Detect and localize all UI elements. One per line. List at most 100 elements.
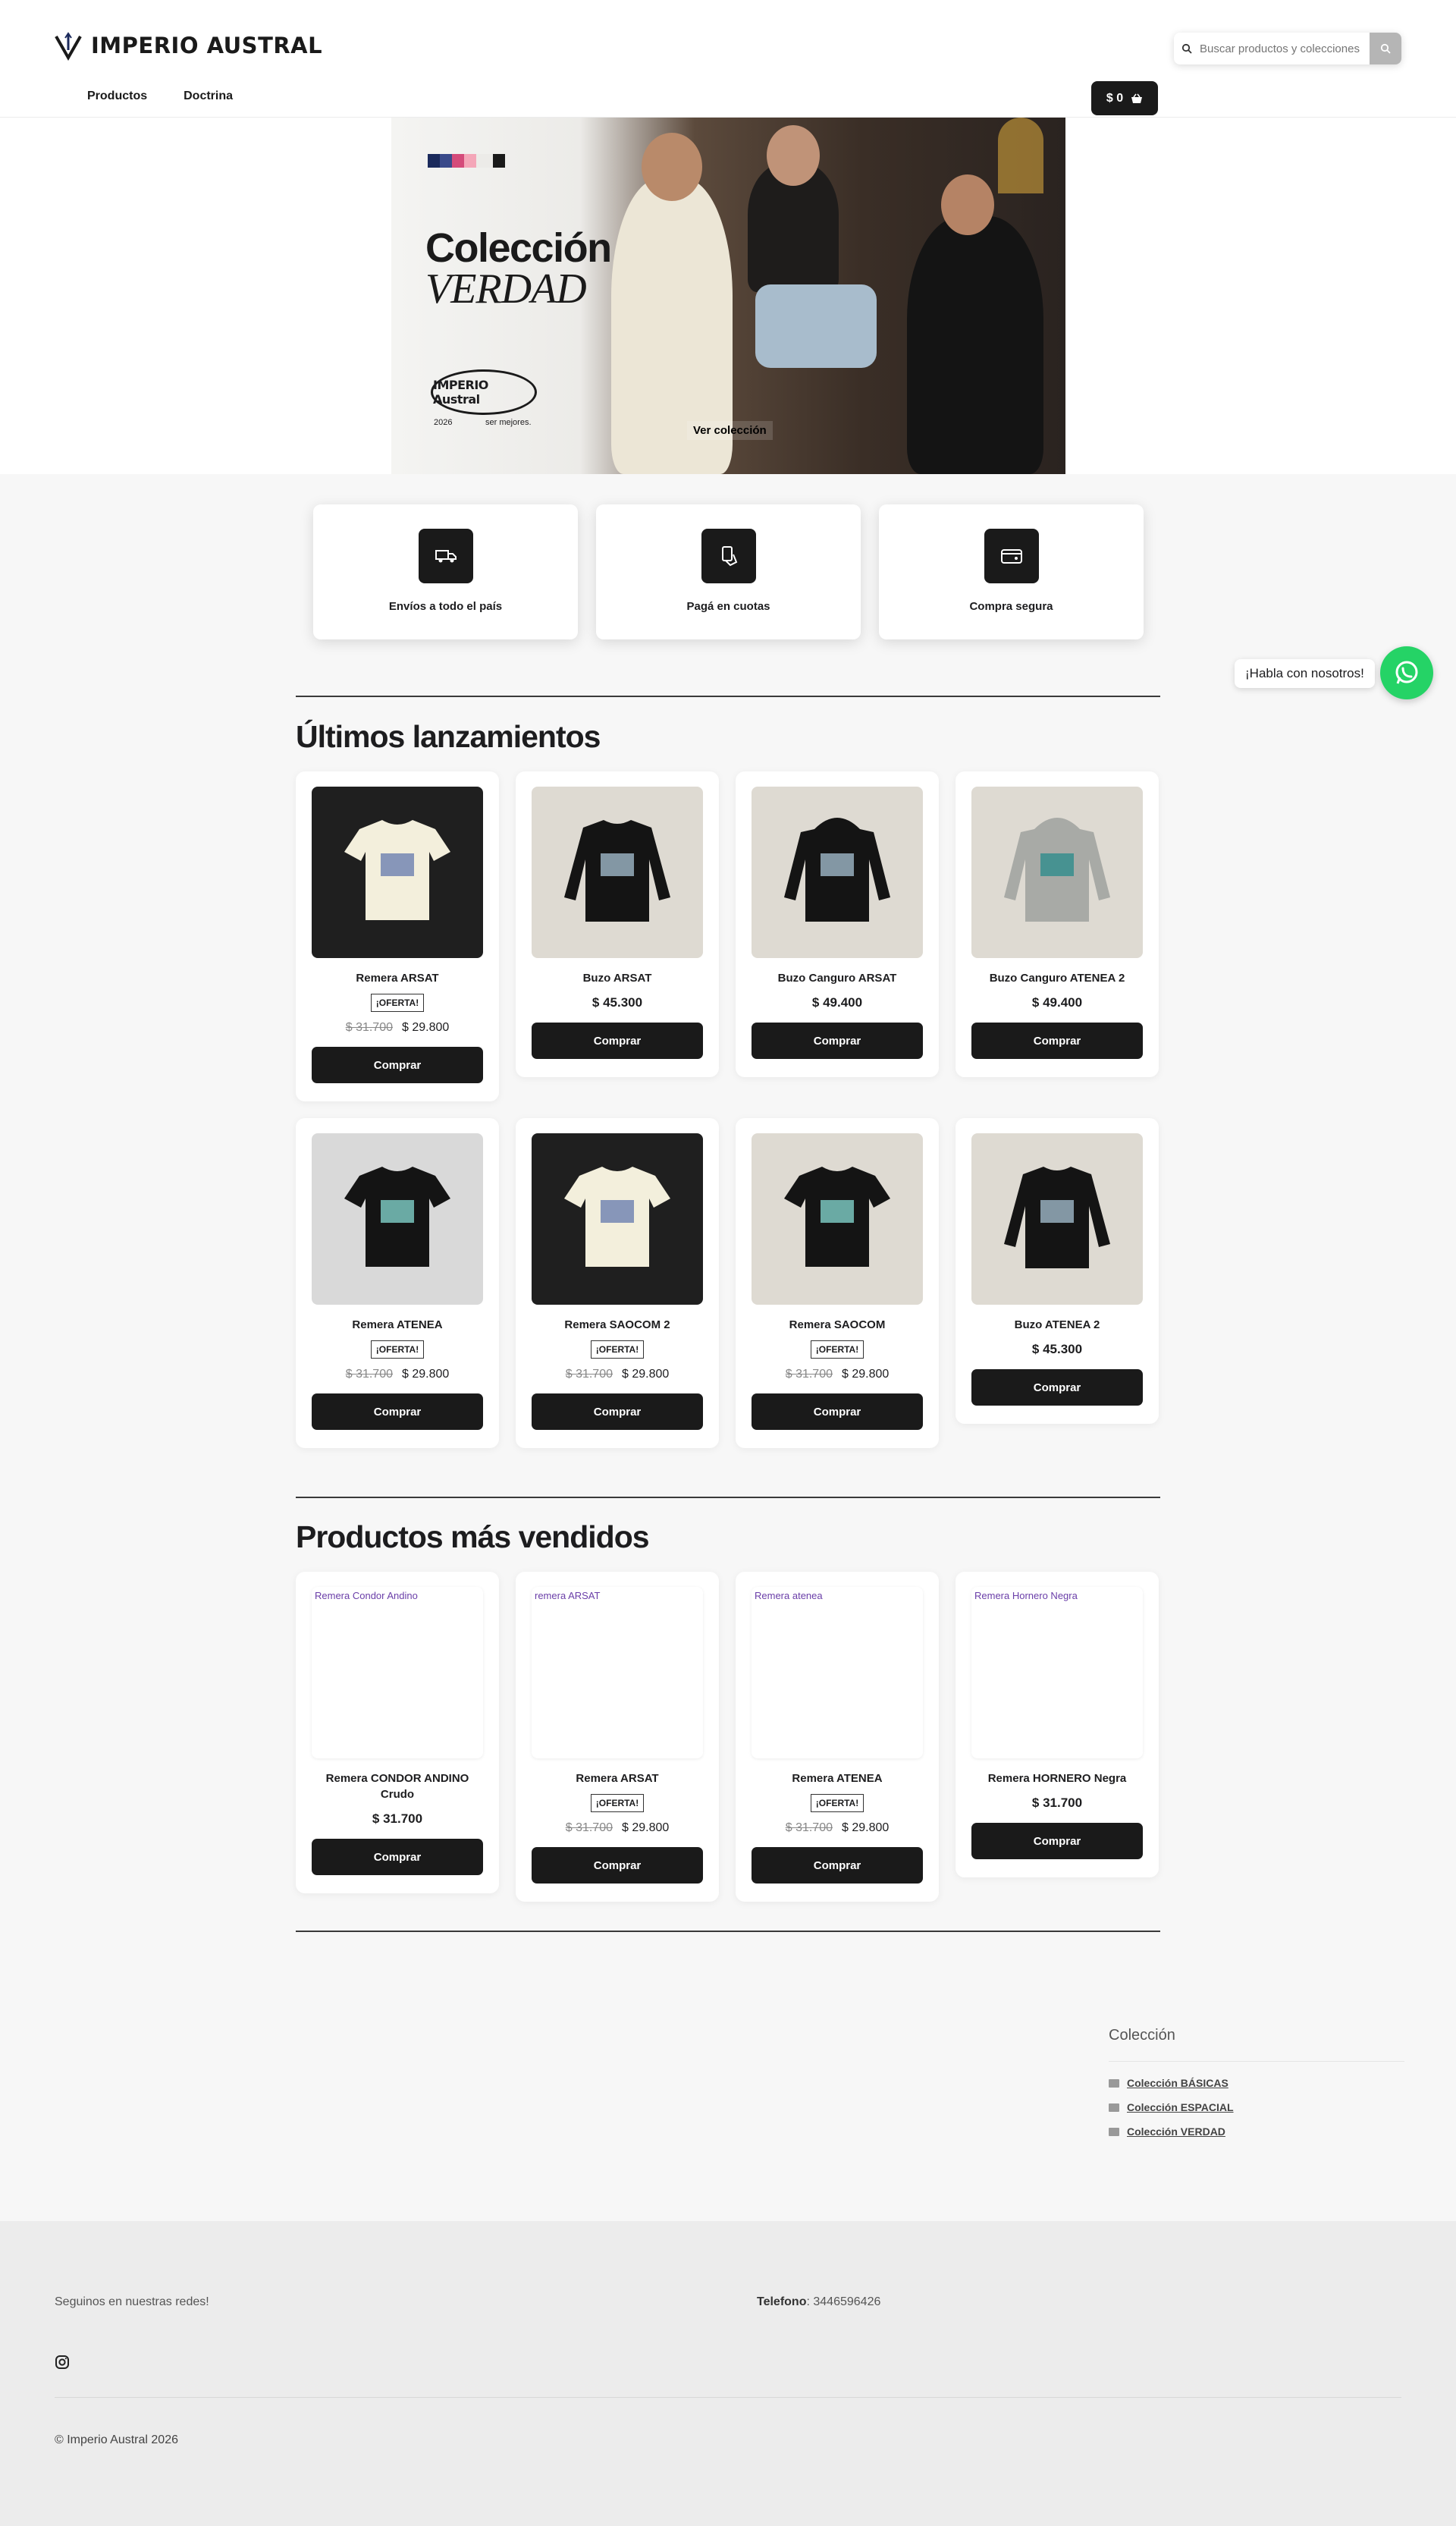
buy-button[interactable]: Comprar <box>532 1847 703 1884</box>
collection-item[interactable]: Colección VERDAD <box>1109 2125 1404 2138</box>
old-price: $ 31.700 <box>785 1368 833 1381</box>
hero-banner[interactable]: Colección VERDAD IMPERIO Austral 2026 se… <box>391 118 1065 474</box>
footer-follow-text: Seguinos en nuestras redes! <box>55 2295 209 2308</box>
hero-model-3 <box>907 216 1043 474</box>
product-name[interactable]: Remera SAOCOM 2 <box>564 1317 670 1333</box>
cart-button[interactable]: $ 0 <box>1091 81 1158 115</box>
product-card[interactable]: Buzo Canguro ATENEA 2 $ 49.400 Comprar <box>956 771 1159 1077</box>
hero-brand-text: IMPERIO Austral <box>433 378 488 407</box>
divider <box>296 1931 1160 1932</box>
buy-button[interactable]: Comprar <box>971 1823 1143 1859</box>
swatch <box>476 154 493 168</box>
divider <box>296 1497 1160 1498</box>
buy-button[interactable]: Comprar <box>532 1393 703 1430</box>
whatsapp-icon <box>1395 661 1418 684</box>
product-image[interactable]: remera ARSAT <box>532 1587 703 1758</box>
sale-price: $ 29.800 <box>402 1021 450 1034</box>
whatsapp-label[interactable]: ¡Habla con nosotros! <box>1235 659 1375 688</box>
buy-button[interactable]: Comprar <box>312 1393 483 1430</box>
collection-link[interactable]: Colección VERDAD <box>1127 2125 1225 2138</box>
product-name[interactable]: Remera ATENEA <box>352 1317 442 1333</box>
collection-item[interactable]: Colección BÁSICAS <box>1109 2077 1404 2089</box>
sale-price: $ 29.800 <box>622 1368 670 1381</box>
product-card[interactable]: Remera ARSAT ¡OFERTA! $ 31.700 $ 29.800 Comp… <box>296 771 499 1101</box>
instagram-icon[interactable] <box>55 2355 70 2374</box>
product-image[interactable]: Remera Hornero Negra <box>971 1587 1143 1758</box>
benefit-card: Envíos a todo el país <box>313 504 578 639</box>
product-card[interactable]: Remera atenea Remera ATENEA ¡OFERTA! $ 31.7… <box>736 1572 939 1902</box>
product-image-graphic <box>549 806 686 939</box>
benefit-card: Compra segura <box>879 504 1144 639</box>
product-image-graphic <box>769 1153 905 1286</box>
wallet-icon <box>984 529 1039 583</box>
product-card[interactable]: Remera Condor Andino Remera CONDOR ANDINO… <box>296 1572 499 1893</box>
product-name[interactable]: Remera CONDOR ANDINO Crudo <box>311 1770 484 1802</box>
product-name[interactable]: Buzo Canguro ARSAT <box>778 970 897 986</box>
product-name[interactable]: Remera SAOCOM <box>789 1317 886 1333</box>
collection-link[interactable]: Colección ESPACIAL <box>1127 2101 1234 2113</box>
search-input[interactable] <box>1200 42 1370 55</box>
old-price: $ 31.700 <box>785 1821 833 1834</box>
buy-button[interactable]: Comprar <box>312 1839 483 1875</box>
product-card[interactable]: Remera SAOCOM ¡OFERTA! $ 31.700 $ 29.800 Com… <box>736 1118 939 1448</box>
old-price: $ 31.700 <box>565 1368 613 1381</box>
folder-icon <box>1109 2103 1119 2112</box>
buy-button[interactable]: Comprar <box>532 1023 703 1059</box>
nav-item-doctrina[interactable]: Doctrina <box>184 90 233 103</box>
product-image[interactable] <box>532 787 703 958</box>
brand-name: IMPERIO AUSTRAL <box>91 33 323 58</box>
product-image[interactable] <box>752 1133 923 1305</box>
price-group: $ 31.700 $ 29.800 <box>346 1368 450 1381</box>
latest-grid: Remera ARSAT ¡OFERTA! $ 31.700 $ 29.800 Comp… <box>296 771 1160 1448</box>
whatsapp-button[interactable] <box>1380 646 1433 699</box>
product-card[interactable]: Remera SAOCOM 2 ¡OFERTA! $ 31.700 $ 29.800 C… <box>516 1118 719 1448</box>
card-hand-icon <box>701 529 756 583</box>
product-image-alt: Remera Hornero Negra <box>974 1590 1078 1601</box>
buy-button[interactable]: Comprar <box>971 1369 1143 1406</box>
collection-item[interactable]: Colección ESPACIAL <box>1109 2101 1404 2113</box>
search-button[interactable] <box>1370 33 1401 64</box>
product-card[interactable]: Buzo ARSAT $ 45.300 Comprar <box>516 771 719 1077</box>
hero-subtitle: VERDAD <box>425 265 587 313</box>
buy-button[interactable]: Comprar <box>752 1847 923 1884</box>
hero-cta[interactable]: Ver colección <box>687 421 773 440</box>
product-image[interactable] <box>752 787 923 958</box>
old-price: $ 31.700 <box>345 1021 393 1034</box>
benefit-label: Envíos a todo el país <box>388 600 503 613</box>
buy-button[interactable]: Comprar <box>971 1023 1143 1059</box>
product-name[interactable]: Buzo ATENEA 2 <box>1015 1317 1100 1333</box>
product-name[interactable]: Remera ARSAT <box>356 970 438 986</box>
product-image[interactable] <box>312 1133 483 1305</box>
folder-icon <box>1109 2078 1119 2088</box>
product-image-alt: remera ARSAT <box>535 1590 601 1601</box>
product-image-graphic <box>989 806 1125 939</box>
product-image[interactable]: Remera Condor Andino <box>312 1587 483 1758</box>
product-card[interactable]: Remera ATENEA ¡OFERTA! $ 31.700 $ 29.800 Com… <box>296 1118 499 1448</box>
product-image[interactable]: Remera atenea <box>752 1587 923 1758</box>
product-image[interactable] <box>312 787 483 958</box>
bestsellers-grid: Remera Condor Andino Remera CONDOR ANDINO… <box>296 1572 1160 1902</box>
product-name[interactable]: Buzo Canguro ATENEA 2 <box>990 970 1125 986</box>
product-name[interactable]: Buzo ARSAT <box>583 970 652 986</box>
nav-item-productos[interactable]: Productos <box>87 90 147 103</box>
buy-button[interactable]: Comprar <box>752 1393 923 1430</box>
product-card[interactable]: remera ARSAT Remera ARSAT ¡OFERTA! $ 31.700… <box>516 1572 719 1902</box>
product-image[interactable] <box>971 787 1143 958</box>
product-card[interactable]: Remera Hornero Negra Remera HORNERO Negra… <box>956 1572 1159 1877</box>
product-card[interactable]: Buzo Canguro ARSAT $ 49.400 Comprar <box>736 771 939 1077</box>
product-name[interactable]: Remera HORNERO Negra <box>988 1770 1127 1786</box>
product-name[interactable]: Remera ATENEA <box>792 1770 882 1786</box>
footer-phone: Telefono: 3446596426 <box>757 2295 880 2309</box>
product-card[interactable]: Buzo ATENEA 2 $ 45.300 Comprar <box>956 1118 1159 1424</box>
product-name[interactable]: Remera ARSAT <box>576 1770 658 1786</box>
product-image[interactable] <box>532 1133 703 1305</box>
main-nav: Productos Doctrina <box>87 90 233 103</box>
brand-logo[interactable]: IMPERIO AUSTRAL <box>53 30 322 61</box>
product-image[interactable] <box>971 1133 1143 1305</box>
basket-icon <box>1131 93 1143 103</box>
folder-icon <box>1109 2127 1119 2136</box>
buy-button[interactable]: Comprar <box>312 1047 483 1083</box>
sale-badge: ¡OFERTA! <box>590 1794 645 1812</box>
collection-link[interactable]: Colección BÁSICAS <box>1127 2077 1228 2089</box>
buy-button[interactable]: Comprar <box>752 1023 923 1059</box>
